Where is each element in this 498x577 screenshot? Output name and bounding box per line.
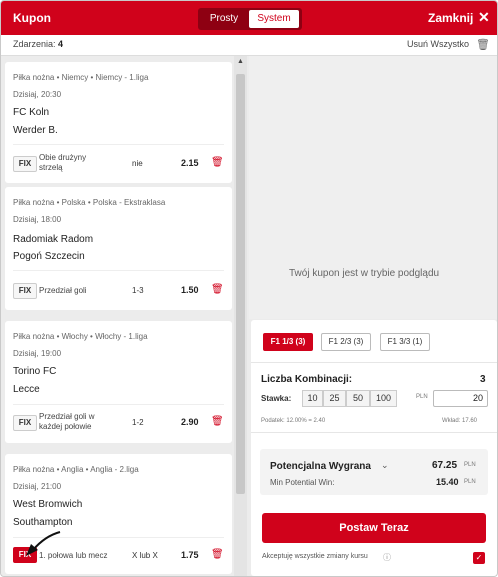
bet-slip: Kupon Prosty System Zamknij ✕ Zdarzenia:…	[0, 0, 498, 577]
annotation-arrow-icon	[26, 531, 61, 556]
